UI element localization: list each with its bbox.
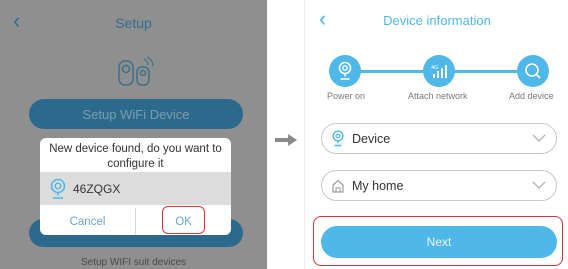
next-button[interactable]: Next <box>321 226 557 258</box>
step-add-device <box>517 55 549 87</box>
device-info-header: ‹ Device information <box>305 0 568 40</box>
step-label: Power on <box>327 91 366 101</box>
chevron-left-icon[interactable]: ‹ <box>319 6 326 32</box>
page-title: Setup <box>115 14 152 31</box>
home-select[interactable]: My home <box>321 170 557 201</box>
step-connector <box>359 70 423 73</box>
camera-illustration-icon <box>118 56 154 86</box>
step-label: Add device <box>509 91 554 101</box>
chevron-left-icon[interactable]: ‹ <box>13 8 20 34</box>
chevron-down-icon <box>532 134 546 142</box>
home-select-value: My home <box>352 179 404 193</box>
camera-icon <box>332 130 344 147</box>
ok-highlight-ring <box>162 206 205 234</box>
found-device-row[interactable]: 46ZQGX <box>40 172 231 205</box>
setup-header: ‹ Setup <box>0 0 267 45</box>
search-icon <box>525 63 541 79</box>
dialog-message: New device found, do you want to configu… <box>49 143 222 170</box>
step-connector <box>455 70 517 73</box>
setup-wifi-suit-link[interactable]: Setup WIFI suit devices <box>0 257 267 268</box>
page-title: Device information <box>383 12 491 28</box>
cancel-button[interactable]: Cancel <box>40 208 135 235</box>
home-icon <box>332 179 344 193</box>
progress-steps: 4G Power on Attach network Add device <box>327 50 568 106</box>
step-label: Attach network <box>408 91 468 101</box>
step-attach-network: 4G <box>423 55 455 87</box>
device-name: 46ZQGX <box>73 182 121 196</box>
device-select-value: Device <box>352 132 391 146</box>
camera-icon <box>50 178 66 199</box>
chevron-down-icon <box>532 181 546 189</box>
device-information-screen: ‹ Device information 4G Power on Attach … <box>304 0 568 269</box>
4g-signal-icon: 4G <box>431 65 447 78</box>
svg-text:4G: 4G <box>431 65 438 71</box>
step-power-on <box>329 55 361 87</box>
device-select[interactable]: Device <box>321 123 557 154</box>
stage: ‹ Setup Setup WiFi Device Setup WIFI sui… <box>0 0 568 269</box>
arrow-right-icon <box>275 134 297 146</box>
setup-screen: ‹ Setup Setup WiFi Device Setup WIFI sui… <box>0 0 267 269</box>
setup-wifi-button[interactable]: Setup WiFi Device <box>29 99 243 129</box>
camera-icon <box>338 61 352 80</box>
